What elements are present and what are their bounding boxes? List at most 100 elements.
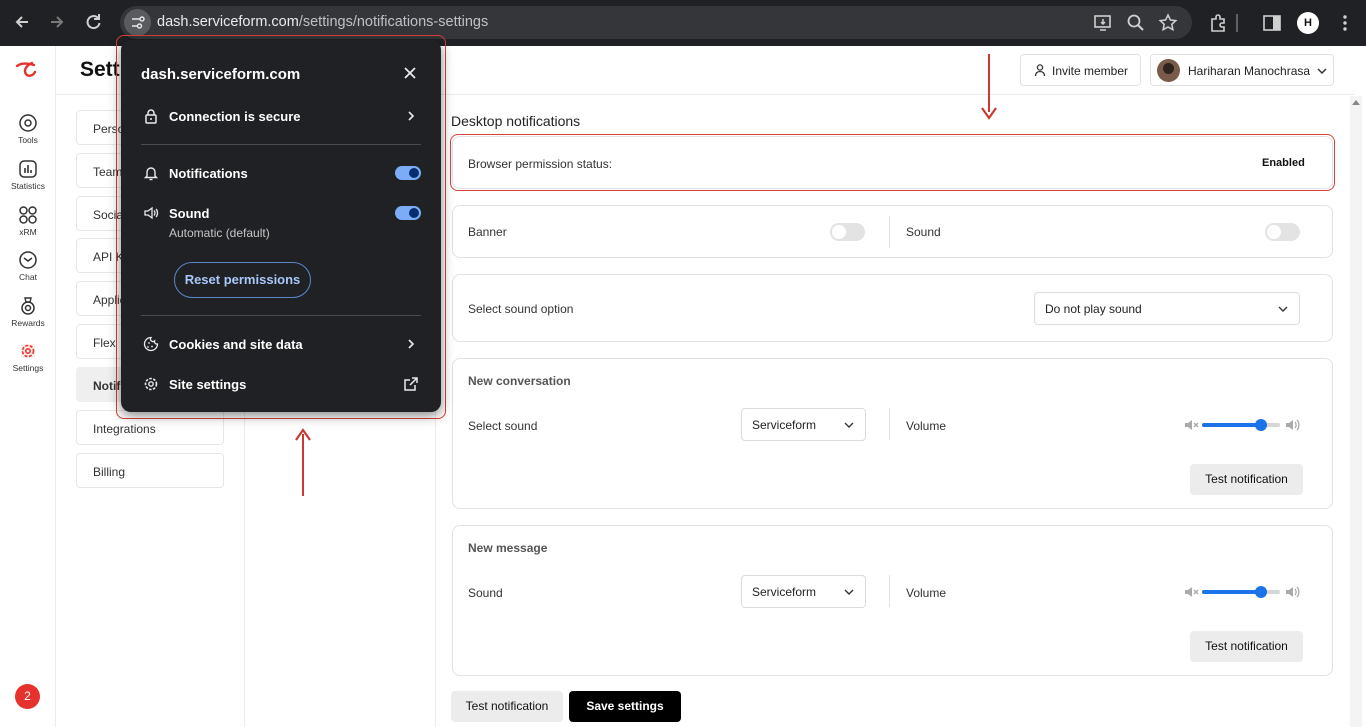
field-divider [889,575,890,607]
invite-member-button[interactable]: Invite member [1020,54,1141,86]
conversation-sound-value: Serviceform [752,418,817,432]
chevron-right-icon [408,339,415,349]
section-title: Desktop notifications [451,113,581,129]
arrow-up-icon [295,428,311,441]
new-conversation-card: New conversation Select sound Servicefor… [452,358,1333,509]
connection-secure-row[interactable]: Connection is secure [121,102,441,130]
lock-icon [145,109,157,124]
popup-divider [141,315,421,316]
reset-permissions-button[interactable]: Reset permissions [174,262,311,298]
install-app-icon[interactable] [1093,13,1113,33]
popup-domain: dash.serviceform.com [141,66,301,83]
subnav-label: Flex [93,336,116,350]
rail-item-xrm[interactable]: xRM [0,205,56,237]
field-divider [889,216,890,248]
user-menu-button[interactable]: Hariharan Manochrasa [1150,54,1334,86]
volume-up-icon[interactable] [1284,417,1300,433]
highlight-box [450,134,1335,191]
bookmark-star-icon[interactable] [1158,13,1178,33]
subnav-item-billing[interactable]: Billing [76,453,224,488]
rail-item-rewards[interactable]: Rewards [0,296,56,328]
scrollbar[interactable] [1350,96,1362,727]
extensions-icon[interactable] [1207,12,1229,34]
rail-item-tools[interactable]: Tools [0,113,56,145]
message-volume-slider[interactable] [1202,586,1280,598]
rail-label-xrm: xRM [19,227,37,237]
cookies-row[interactable]: Cookies and site data [121,330,441,358]
volume-knob[interactable] [1255,419,1267,431]
user-icon [1034,64,1046,77]
xrm-grid-icon [19,206,37,224]
site-settings-label: Site settings [169,377,247,392]
url-text[interactable]: dash.serviceform.com/settings/notificati… [157,14,488,30]
subnav-label: Billing [93,465,126,479]
serviceform-logo-icon[interactable] [14,60,40,80]
site-settings-row[interactable]: Site settings [121,370,441,398]
chevron-down-icon [1278,306,1288,312]
notifications-permission-row: Notifications [121,159,441,187]
sound-label: Sound [169,206,210,221]
sound-toggle[interactable] [395,206,421,220]
sound-sub-label: Automatic (default) [169,226,270,240]
rail-label-settings: Settings [12,363,44,373]
statistics-icon [19,160,37,178]
back-icon[interactable] [11,11,33,33]
rail-label-rewards: Rewards [11,318,45,328]
close-icon[interactable] [403,66,417,80]
volume-up-icon[interactable] [1284,584,1300,600]
notification-count-badge[interactable]: 2 [15,684,40,709]
new-message-card: New message Sound Serviceform Volume Tes… [452,525,1333,676]
conversation-volume-slider[interactable] [1202,419,1280,431]
rail-item-statistics[interactable]: Statistics [0,159,56,191]
chevron-down-icon [844,422,854,428]
site-info-icon[interactable] [124,9,151,36]
annotation-arrow [988,54,990,112]
forward-icon[interactable] [46,11,68,33]
user-name: Hariharan Manochrasa [1188,64,1311,78]
site-info-popup: dash.serviceform.com Connection is secur… [121,40,441,412]
message-sound-value: Serviceform [752,585,817,599]
rail-label-statistics: Statistics [10,181,45,191]
rail-item-settings[interactable]: Settings [0,341,56,373]
reload-icon[interactable] [82,11,104,33]
test-notification-button[interactable]: Test notification [451,691,563,722]
conversation-test-notification-button[interactable]: Test notification [1190,464,1303,495]
volume-mute-icon[interactable] [1183,417,1199,433]
tools-icon [19,114,37,132]
sound-permission-row: Sound [121,199,441,227]
side-panel-icon[interactable] [1261,12,1283,34]
field-divider [889,408,890,440]
save-settings-button[interactable]: Save settings [569,691,681,722]
open-external-icon [404,377,418,391]
browser-menu-icon[interactable] [1334,12,1356,34]
rail-item-chat[interactable]: Chat [0,250,56,282]
cookie-icon [143,336,159,352]
arrow-down-icon [981,107,997,120]
annotation-arrow [302,434,304,496]
invite-member-label: Invite member [1052,64,1129,78]
message-sound-label: Sound [468,586,503,600]
new-conversation-title: New conversation [468,374,571,388]
browser-profile-icon[interactable]: H [1297,12,1319,34]
volume-knob[interactable] [1255,586,1267,598]
volume-mute-icon[interactable] [1183,584,1199,600]
rail-label-tools: Tools [18,135,38,145]
rewards-icon [21,297,35,315]
sound-option-select[interactable]: Do not play sound [1034,292,1300,325]
chevron-right-icon [408,111,415,121]
chat-icon [19,251,37,269]
banner-sound-toggle[interactable] [1265,223,1300,241]
message-test-notification-button[interactable]: Test notification [1190,631,1303,662]
zoom-icon[interactable] [1126,13,1146,33]
message-sound-select[interactable]: Serviceform [741,575,866,608]
new-message-title: New message [468,541,548,555]
sound-option-value: Do not play sound [1045,302,1142,316]
notifications-toggle[interactable] [395,166,421,180]
chevron-down-icon [1317,68,1327,75]
conversation-sound-select[interactable]: Serviceform [741,408,866,441]
banner-toggle[interactable] [830,223,865,241]
scroll-up-icon[interactable] [1352,100,1360,105]
banner-sound-card: Banner Sound [452,205,1333,258]
volume-fill [1202,590,1261,594]
select-sound-label: Select sound [468,419,538,433]
